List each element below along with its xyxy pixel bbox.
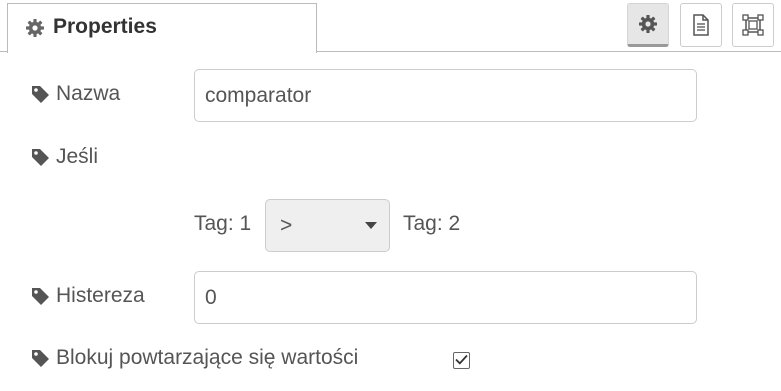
name-input[interactable] [194,69,697,122]
checkmark-icon [455,352,468,370]
gear-icon [25,18,45,38]
block-repeats-checkbox[interactable] [453,352,470,369]
tab-properties[interactable]: Properties [7,3,317,53]
block-repeats-label: Blokuj powtarzające się wartości [31,346,358,370]
block-repeats-label-text: Blokuj powtarzające się wartości [56,346,359,369]
tab-bar: Properties [0,0,781,53]
operator-value: > [280,213,293,237]
operator-select[interactable]: > [265,199,390,252]
chevron-down-icon [365,221,377,230]
tag-icon [31,148,50,167]
document-icon [692,14,710,36]
condition-label-text: Jeśli [56,145,99,168]
properties-button[interactable] [627,3,669,47]
condition-left-operand: Tag: 1 [194,212,252,235]
description-button[interactable] [680,3,722,47]
tab-title: Properties [53,14,157,38]
tag-icon [31,287,50,306]
gear-icon [638,14,658,34]
tag-icon [31,349,50,368]
name-label-text: Nazwa [56,82,121,105]
hysteresis-input[interactable] [194,271,697,324]
hysteresis-label-text: Histereza [56,284,145,307]
tag-icon [31,85,50,104]
condition-label: Jeśli [31,145,98,169]
frame-icon [741,13,765,37]
appearance-button[interactable] [732,3,774,47]
name-label: Nazwa [31,82,120,106]
hysteresis-label: Histereza [31,284,145,308]
condition-right-operand: Tag: 2 [403,212,461,235]
